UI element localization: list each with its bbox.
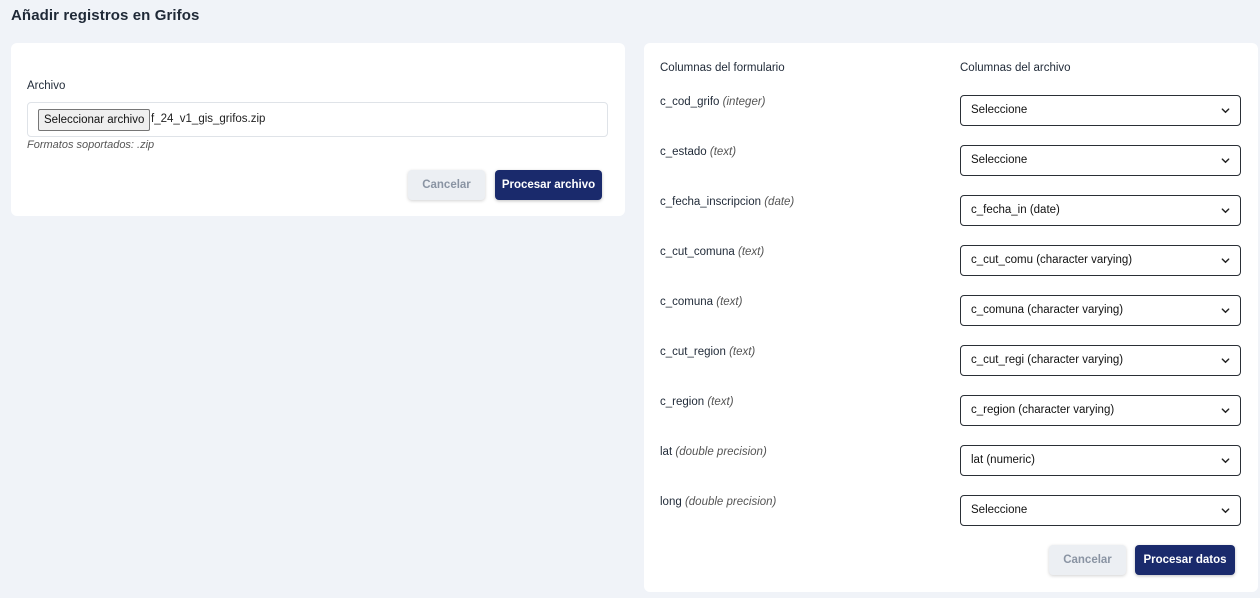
form-column-type: (integer) xyxy=(722,96,766,108)
form-column-type: (text) xyxy=(738,246,765,258)
file-column-selected-value: c_cut_regi (character varying) xyxy=(971,354,1124,366)
form-column-label: lat (double precision) xyxy=(660,446,767,458)
form-column-label: long (double precision) xyxy=(660,496,776,508)
file-column-select[interactable]: Seleccione xyxy=(960,95,1241,126)
file-column-select[interactable]: Seleccione xyxy=(960,495,1241,526)
file-column-select[interactable]: c_comuna (character varying) xyxy=(960,295,1241,326)
form-column-name: c_cod_grifo xyxy=(660,96,720,108)
file-column-select[interactable]: c_fecha_in (date) xyxy=(960,195,1241,226)
chevron-down-icon xyxy=(1221,458,1230,464)
chevron-down-icon xyxy=(1221,358,1230,364)
file-column-selected-value: c_region (character varying) xyxy=(971,404,1115,416)
form-column-name: lat xyxy=(660,446,673,458)
file-column-select[interactable]: c_region (character varying) xyxy=(960,395,1241,426)
chevron-down-icon xyxy=(1221,108,1230,114)
file-column-select[interactable]: Seleccione xyxy=(960,145,1241,176)
chevron-down-icon xyxy=(1221,208,1230,214)
chevron-down-icon xyxy=(1221,158,1230,164)
file-column-selected-value: c_cut_comu (character varying) xyxy=(971,254,1133,266)
file-column-selected-value: Seleccione xyxy=(971,154,1028,166)
page-title: Añadir registros en Grifos xyxy=(11,7,200,24)
mapping-card: Columnas del formulario Columnas del arc… xyxy=(644,43,1258,592)
file-column-select[interactable]: c_cut_regi (character varying) xyxy=(960,345,1241,376)
form-column-type: (text) xyxy=(709,146,737,158)
form-column-type: (text) xyxy=(729,346,756,358)
form-column-label: c_comuna (text) xyxy=(660,296,742,308)
form-column-name: c_cut_region xyxy=(660,346,726,358)
form-column-type: (double precision) xyxy=(684,496,777,508)
form-column-name: long xyxy=(660,496,682,508)
chevron-down-icon xyxy=(1221,408,1230,414)
file-column-select[interactable]: lat (numeric) xyxy=(960,445,1241,476)
form-column-type: (text) xyxy=(716,296,743,308)
process-file-button[interactable]: Procesar archivo xyxy=(495,170,602,200)
file-columns-header: Columnas del archivo xyxy=(960,62,1071,74)
file-column-selected-value: c_comuna (character varying) xyxy=(971,304,1124,316)
supported-formats-hint: Formatos soportados: .zip xyxy=(27,139,155,151)
chevron-down-icon xyxy=(1221,508,1230,514)
selected-file-name: f_24_v1_gis_grifos.zip xyxy=(151,113,266,125)
cancel-upload-button[interactable]: Cancelar xyxy=(408,170,485,200)
form-column-name: c_estado xyxy=(660,146,707,158)
form-column-name: c_comuna xyxy=(660,296,714,308)
chevron-down-icon xyxy=(1221,258,1230,264)
process-data-button[interactable]: Procesar datos xyxy=(1135,545,1235,575)
file-column-selected-value: lat (numeric) xyxy=(971,454,1035,466)
file-column-selected-value: Seleccione xyxy=(971,104,1028,116)
form-column-label: c_estado (text) xyxy=(660,146,736,158)
form-column-label: c_cut_comuna (text) xyxy=(660,246,764,258)
form-column-name: c_region xyxy=(660,396,705,408)
file-label: Archivo xyxy=(27,80,66,92)
file-column-selected-value: c_fecha_in (date) xyxy=(971,204,1060,216)
chevron-down-icon xyxy=(1221,308,1230,314)
form-column-label: c_region (text) xyxy=(660,396,734,408)
file-column-selected-value: Seleccione xyxy=(971,504,1028,516)
form-column-name: c_fecha_inscripcion xyxy=(660,196,762,208)
form-column-label: c_cut_region (text) xyxy=(660,346,755,358)
form-column-type: (text) xyxy=(707,396,734,408)
form-column-type: (date) xyxy=(764,196,795,208)
file-column-select[interactable]: c_cut_comu (character varying) xyxy=(960,245,1241,276)
form-columns-header: Columnas del formulario xyxy=(660,62,785,74)
form-column-type: (double precision) xyxy=(675,446,767,458)
choose-file-button[interactable]: Seleccionar archivo xyxy=(38,109,151,131)
cancel-mapping-button[interactable]: Cancelar xyxy=(1049,545,1126,575)
form-column-name: c_cut_comuna xyxy=(660,246,735,258)
file-input[interactable]: Seleccionar archivo f_24_v1_gis_grifos.z… xyxy=(27,102,608,137)
form-column-label: c_cod_grifo (integer) xyxy=(660,96,766,108)
form-column-label: c_fecha_inscripcion (date) xyxy=(660,196,794,208)
upload-card: Archivo Seleccionar archivo f_24_v1_gis_… xyxy=(11,43,625,216)
